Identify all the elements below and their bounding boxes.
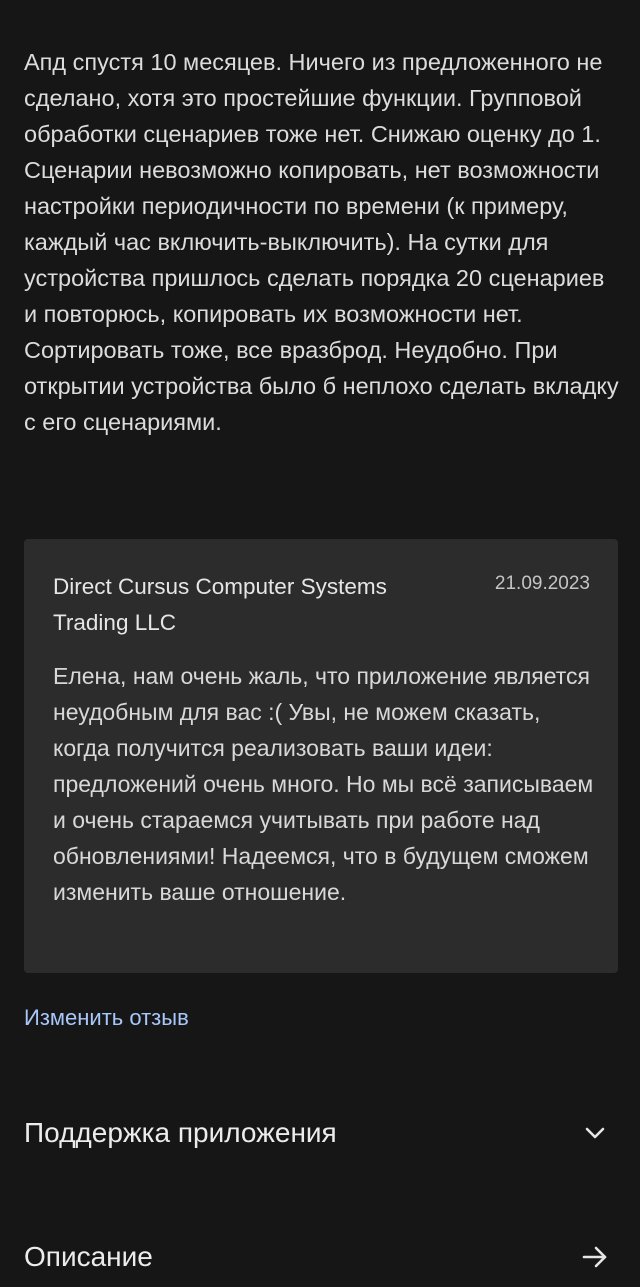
developer-reply-text: Елена, нам очень жаль, что приложение яв… [53, 663, 594, 905]
app-support-section[interactable]: Поддержка приложения [24, 1103, 616, 1163]
developer-reply-card: Direct Cursus Computer Systems Trading L… [24, 539, 618, 973]
developer-name: Direct Cursus Computer Systems Trading L… [53, 574, 387, 635]
chevron-down-icon[interactable] [580, 1118, 610, 1148]
reply-date: 21.09.2023 [494, 573, 590, 594]
app-support-title: Поддержка приложения [24, 1117, 337, 1148]
description-title: Описание [24, 1241, 153, 1272]
edit-review-link[interactable]: Изменить отзыв [24, 1000, 189, 1036]
arrow-right-icon[interactable] [580, 1242, 610, 1272]
description-section[interactable]: Описание [24, 1227, 616, 1287]
review-text: Апд спустя 10 месяцев. Ничего из предлож… [24, 49, 619, 435]
